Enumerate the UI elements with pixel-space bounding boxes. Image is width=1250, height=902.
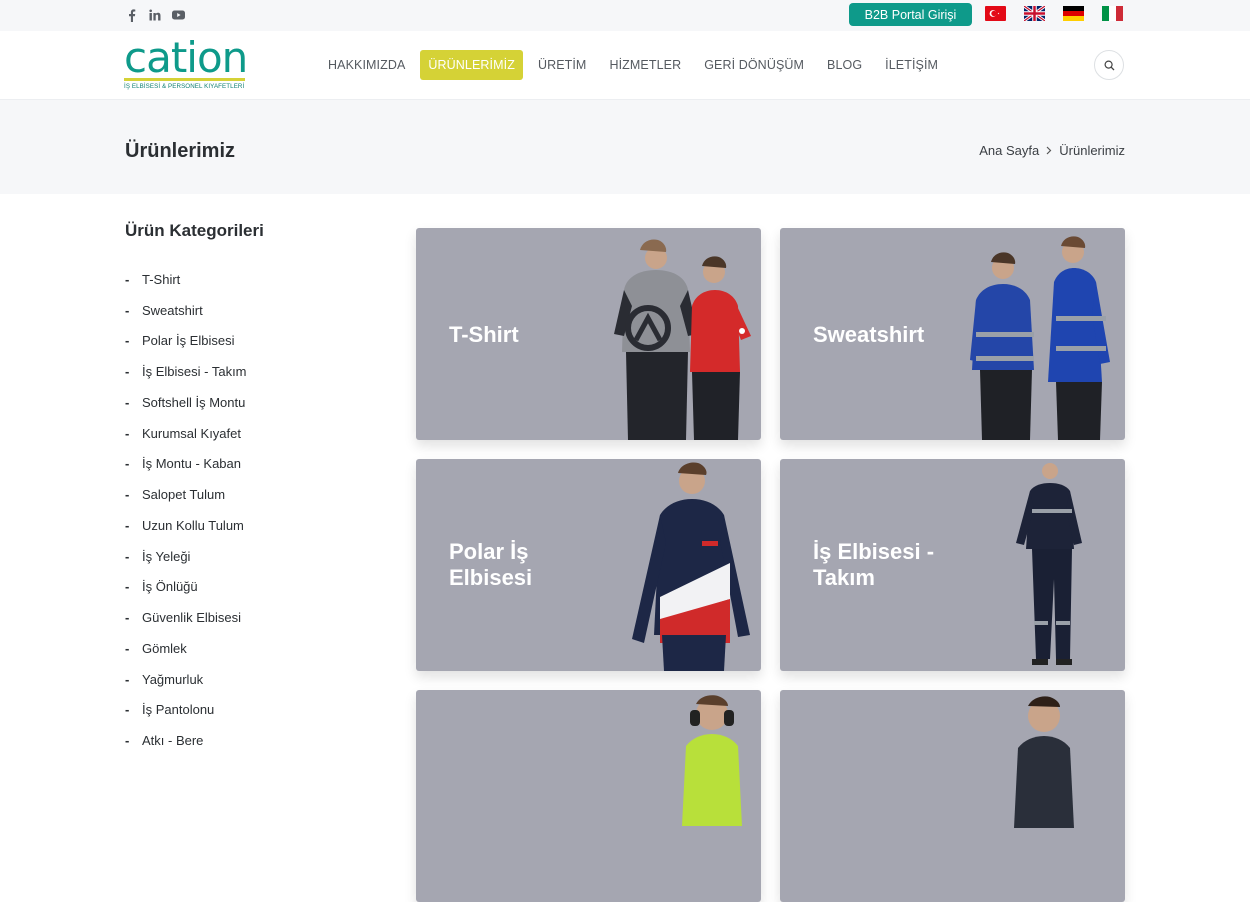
- card-title: Polar İş Elbisesi: [449, 539, 533, 590]
- dash-icon: -: [125, 548, 130, 564]
- breadcrumb-current: Ürünlerimiz: [1059, 143, 1125, 158]
- dash-icon: -: [125, 394, 130, 410]
- card-title: Sweatshirt: [813, 322, 925, 347]
- youtube-icon[interactable]: [171, 7, 185, 23]
- product-card-tshirt[interactable]: T-Shirt: [416, 228, 761, 440]
- nav-about[interactable]: HAKKIMIZDA: [320, 50, 413, 80]
- linkedin-icon[interactable]: [148, 7, 162, 23]
- dash-icon: -: [125, 733, 130, 749]
- product-card-polar[interactable]: Polar İş Elbisesi: [416, 459, 761, 671]
- list-item[interactable]: - Güvenlik Elbisesi: [125, 602, 247, 633]
- dash-icon: -: [125, 671, 130, 687]
- main-nav: HAKKIMIZDA ÜRÜNLERİMİZ ÜRETİM HİZMETLER …: [320, 50, 953, 80]
- category-label: T-Shirt: [142, 271, 181, 287]
- nav-blog[interactable]: BLOG: [819, 50, 870, 80]
- category-label: İş Önlüğü: [142, 579, 198, 595]
- product-image: [1014, 696, 1074, 828]
- category-label: Gömlek: [142, 640, 187, 656]
- category-label: İş Pantolonu: [142, 702, 215, 718]
- dash-icon: -: [125, 702, 130, 718]
- product-card-6[interactable]: [780, 690, 1125, 902]
- list-item[interactable]: - Softshell İş Montu: [125, 387, 247, 418]
- category-label: Softshell İş Montu: [142, 394, 246, 410]
- card-title: T-Shirt: [449, 322, 519, 347]
- list-item[interactable]: - İş Montu - Kaban: [125, 449, 247, 480]
- category-label: İş Montu - Kaban: [142, 456, 241, 472]
- flag-tr-icon[interactable]: [985, 6, 1006, 21]
- page-header: Ürünlerimiz Ana Sayfa Ürünlerimiz: [0, 100, 1250, 194]
- category-label: İş Elbisesi - Takım: [142, 364, 247, 380]
- category-label: Kurumsal Kıyafet: [142, 425, 241, 441]
- list-item[interactable]: - İş Yeleği: [125, 541, 247, 572]
- dash-icon: -: [125, 579, 130, 595]
- breadcrumb: Ana Sayfa Ürünlerimiz: [979, 143, 1125, 158]
- page-title: Ürünlerimiz: [125, 140, 236, 162]
- dash-icon: -: [125, 333, 130, 349]
- list-item[interactable]: - Polar İş Elbisesi: [125, 326, 247, 357]
- logo-tagline: İŞ ELBİSESİ & PERSONEL KIYAFETLERİ: [124, 83, 245, 90]
- facebook-icon[interactable]: [125, 7, 139, 23]
- category-list: - T-Shirt - Sweatshirt - Polar İş Elbisesi …: [125, 264, 247, 756]
- nav-production[interactable]: ÜRETİM: [530, 50, 595, 80]
- dash-icon: -: [125, 364, 130, 380]
- logo-wordmark: cation: [124, 33, 248, 82]
- top-bar: B2B Portal Girişi: [0, 0, 1250, 31]
- site-header: cation İŞ ELBİSESİ & PERSONEL KIYAFETLER…: [0, 31, 1250, 100]
- category-label: Güvenlik Elbisesi: [142, 610, 241, 626]
- category-label: Uzun Kollu Tulum: [142, 517, 244, 533]
- category-label: Sweatshirt: [142, 302, 203, 318]
- list-item[interactable]: - İş Elbisesi - Takım: [125, 356, 247, 387]
- list-item[interactable]: - Yağmurluk: [125, 664, 247, 695]
- flag-uk-icon[interactable]: [1024, 6, 1045, 21]
- dash-icon: -: [125, 271, 130, 287]
- list-item[interactable]: - Gömlek: [125, 633, 247, 664]
- flag-de-icon[interactable]: [1063, 6, 1084, 21]
- nav-products[interactable]: ÜRÜNLERİMİZ: [420, 50, 523, 80]
- chevron-right-icon: [1046, 146, 1052, 155]
- category-label: Atkı - Bere: [142, 733, 204, 749]
- flag-it-icon[interactable]: [1102, 6, 1123, 21]
- product-card-sweatshirt[interactable]: Sweatshirt: [780, 228, 1125, 440]
- logo[interactable]: cation İŞ ELBİSESİ & PERSONEL KIYAFETLER…: [124, 33, 248, 92]
- list-item[interactable]: - Sweatshirt: [125, 295, 247, 326]
- list-item[interactable]: - Atkı - Bere: [125, 725, 247, 756]
- logo-underline: [124, 78, 245, 81]
- list-item[interactable]: - Uzun Kollu Tulum: [125, 510, 247, 541]
- list-item[interactable]: - Kurumsal Kıyafet: [125, 418, 247, 449]
- list-item[interactable]: - Salopet Tulum: [125, 479, 247, 510]
- dash-icon: -: [125, 640, 130, 656]
- list-item[interactable]: - T-Shirt: [125, 264, 247, 295]
- product-card-takim[interactable]: İş Elbisesi - Takım: [780, 459, 1125, 671]
- list-item[interactable]: - İş Önlüğü: [125, 572, 247, 603]
- sidebar-title: Ürün Kategorileri: [125, 221, 264, 240]
- product-card-5[interactable]: [416, 690, 761, 902]
- card-title: İş Elbisesi - Takım: [813, 539, 935, 590]
- dash-icon: -: [125, 487, 130, 503]
- breadcrumb-home[interactable]: Ana Sayfa: [979, 143, 1039, 158]
- dash-icon: -: [125, 302, 130, 318]
- search-icon: [1103, 59, 1114, 70]
- category-label: Salopet Tulum: [142, 487, 226, 503]
- product-image: [682, 695, 742, 826]
- language-selector: [985, 6, 1123, 21]
- dash-icon: -: [125, 425, 130, 441]
- category-label: İş Yeleği: [142, 548, 191, 564]
- category-label: Yağmurluk: [142, 671, 204, 687]
- nav-recycling[interactable]: GERİ DÖNÜŞÜM: [696, 50, 812, 80]
- nav-services[interactable]: HİZMETLER: [601, 50, 689, 80]
- list-item[interactable]: - İş Pantolonu: [125, 695, 247, 726]
- search-button[interactable]: [1094, 50, 1124, 80]
- dash-icon: -: [125, 517, 130, 533]
- category-label: Polar İş Elbisesi: [142, 333, 235, 349]
- social-links: [125, 7, 185, 23]
- nav-contact[interactable]: İLETİŞİM: [877, 50, 946, 80]
- dash-icon: -: [125, 610, 130, 626]
- dash-icon: -: [125, 456, 130, 472]
- b2b-portal-button[interactable]: B2B Portal Girişi: [849, 3, 972, 26]
